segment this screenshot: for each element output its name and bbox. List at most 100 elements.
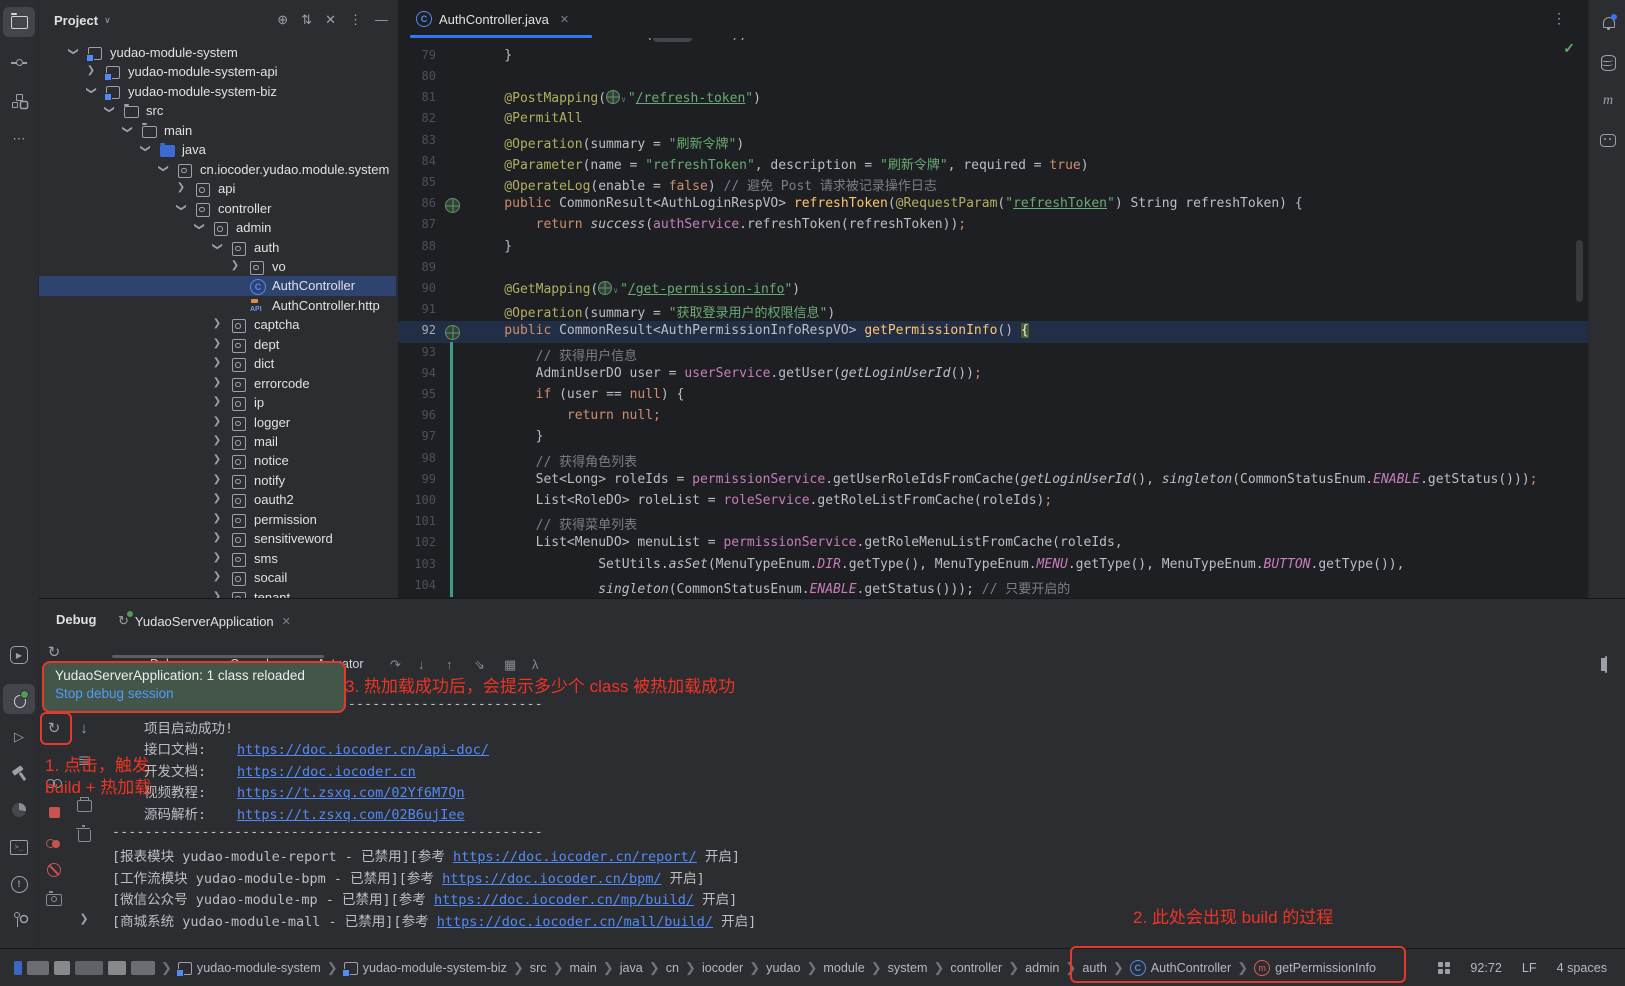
indent-setting[interactable]: 4 spaces: [1557, 961, 1607, 975]
console-link[interactable]: https://doc.iocoder.cn/mall/build/: [437, 914, 713, 930]
line-separator[interactable]: LF: [1522, 961, 1537, 975]
code-line-85[interactable]: 85 @OperateLog(enable = false) // 避免 Pos…: [398, 173, 1588, 194]
line-number[interactable]: 81: [398, 90, 436, 104]
ai-assistant-button[interactable]: [1595, 126, 1621, 152]
editor-options-icon[interactable]: ⋮: [1552, 10, 1566, 27]
inspections-ok-icon[interactable]: ✓: [1563, 40, 1575, 57]
debug-panel-title[interactable]: Debug: [56, 612, 96, 627]
thread-dump-button[interactable]: [41, 885, 67, 911]
console-link[interactable]: https://doc.iocoder.cn/mp/build/: [434, 892, 694, 908]
chevron-right-icon[interactable]: ❯: [212, 435, 222, 446]
code-line-79[interactable]: 79 }: [398, 46, 1588, 67]
step-out-icon[interactable]: ↑: [446, 657, 453, 672]
line-number[interactable]: 82: [398, 111, 436, 125]
chevron-right-icon[interactable]: ❯: [212, 338, 222, 349]
console-link[interactable]: https://doc.iocoder.cn/api-doc/: [237, 742, 489, 758]
console-link[interactable]: https://doc.iocoder.cn: [237, 764, 416, 780]
code-line-80[interactable]: 80: [398, 67, 1588, 88]
line-number[interactable]: 95: [398, 387, 436, 401]
http-mapping-globe-icon[interactable]: [598, 281, 612, 295]
tree-item-admin[interactable]: ❯admin: [38, 218, 396, 238]
tree-item-java[interactable]: ❯java: [38, 140, 396, 160]
chevron-right-icon[interactable]: ❯: [212, 474, 222, 485]
mute-breakpoints-button[interactable]: [41, 831, 67, 857]
line-number[interactable]: 89: [398, 260, 436, 274]
breadcrumb-item-cn[interactable]: cn: [666, 961, 679, 975]
code-line-87[interactable]: 87 return success(authService.refreshTok…: [398, 215, 1588, 236]
code-line-92[interactable]: 92 public CommonResult<AuthPermissionInf…: [398, 321, 1588, 342]
tree-item-errorcode[interactable]: ❯errorcode: [38, 374, 396, 394]
line-number[interactable]: 102: [398, 535, 436, 549]
build-tool-button[interactable]: [3, 758, 35, 788]
chevron-right-icon[interactable]: ❯: [230, 260, 240, 271]
breadcrumb-item-yudao-module-system-biz[interactable]: yudao-module-system-biz: [344, 961, 507, 975]
code-line-94[interactable]: 94 AdminUserDO user = userService.getUse…: [398, 364, 1588, 385]
chevron-right-icon[interactable]: ❯: [86, 65, 96, 76]
step-down-icon[interactable]: ↓: [71, 715, 97, 741]
chevron-right-icon[interactable]: ❯: [212, 377, 222, 388]
tree-item-captcha[interactable]: ❯captcha: [38, 315, 396, 335]
tree-item-src[interactable]: ❯src: [38, 101, 396, 121]
tree-item-sensitiveword[interactable]: ❯sensitiveword: [38, 529, 396, 549]
editor-area[interactable]: 78 return success(data: true);79 }8081 @…: [398, 0, 1588, 598]
step-into-icon[interactable]: ↓: [418, 657, 425, 672]
stop-debug-session-link[interactable]: Stop debug session: [55, 686, 333, 701]
stop-button[interactable]: [41, 799, 67, 825]
profiler-tool-button[interactable]: [3, 795, 35, 825]
expand-toolbar-icon[interactable]: ❯: [71, 905, 97, 931]
tree-item-api[interactable]: ❯api: [38, 179, 396, 199]
breadcrumb-item-iocoder[interactable]: iocoder: [702, 961, 743, 975]
close-icon[interactable]: ✕: [282, 615, 291, 628]
tree-item-logger[interactable]: ❯logger: [38, 413, 396, 433]
chevron-right-icon[interactable]: ❯: [212, 552, 222, 563]
caret-position[interactable]: 92:72: [1470, 961, 1502, 975]
run-tool-button[interactable]: ▷: [3, 722, 35, 752]
code-line-90[interactable]: 90 @GetMapping(∨"/get-permission-info"): [398, 279, 1588, 300]
chevron-down-icon[interactable]: ❯: [104, 105, 115, 115]
code-line-82[interactable]: 82 @PermitAll: [398, 109, 1588, 130]
lambda-trace-icon[interactable]: λ: [532, 657, 539, 672]
chevron-right-icon[interactable]: ❯: [212, 357, 222, 368]
line-number[interactable]: 87: [398, 217, 436, 231]
breadcrumb-item-yudao-module-system[interactable]: yudao-module-system: [178, 961, 321, 975]
terminal-tool-button[interactable]: >_: [3, 832, 35, 862]
tree-item-dict[interactable]: ❯dict: [38, 354, 396, 374]
code-line-91[interactable]: 91 @Operation(summary = "获取登录用户的权限信息"): [398, 300, 1588, 321]
code-line-101[interactable]: 101 // 获得菜单列表: [398, 512, 1588, 533]
debug-session-tab[interactable]: ↻ YudaoServerApplication ✕: [118, 607, 291, 635]
clear-console-button[interactable]: [71, 821, 97, 847]
breadcrumb-item-module[interactable]: module: [823, 961, 864, 975]
line-number[interactable]: 94: [398, 366, 436, 380]
tree-item-socail[interactable]: ❯socail: [38, 568, 396, 588]
line-number[interactable]: 90: [398, 281, 436, 295]
tab-strip-scrollbar[interactable]: [112, 655, 324, 658]
tree-item-permission[interactable]: ❯permission: [38, 510, 396, 530]
line-number[interactable]: 99: [398, 472, 436, 486]
line-number[interactable]: 84: [398, 154, 436, 168]
tree-item-authcontroller[interactable]: AuthController: [38, 276, 396, 296]
tree-item-mail[interactable]: ❯mail: [38, 432, 396, 452]
chevron-right-icon[interactable]: ❯: [212, 571, 222, 582]
chevron-right-icon[interactable]: ❯: [212, 318, 222, 329]
line-number[interactable]: 83: [398, 133, 436, 147]
code-line-96[interactable]: 96 return null;: [398, 406, 1588, 427]
tree-item-main[interactable]: ❯main: [38, 121, 396, 141]
console-link[interactable]: https://doc.iocoder.cn/bpm/: [442, 871, 661, 887]
git-tool-button[interactable]: [3, 905, 35, 935]
breadcrumb-item-main[interactable]: main: [570, 961, 597, 975]
chevron-right-icon[interactable]: ❯: [212, 396, 222, 407]
project-tool-button[interactable]: [3, 7, 35, 37]
code-line-103[interactable]: 103 SetUtils.asSet(MenuTypeEnum.DIR.getT…: [398, 555, 1588, 576]
breadcrumb-item-src[interactable]: src: [530, 961, 547, 975]
step-over-icon[interactable]: ↷: [390, 657, 401, 673]
line-number[interactable]: 93: [398, 345, 436, 359]
chevron-right-icon[interactable]: ❯: [212, 591, 222, 598]
chevron-right-icon[interactable]: ❯: [176, 182, 186, 193]
code-line-102[interactable]: 102 List<MenuDO> menuList = permissionSe…: [398, 533, 1588, 554]
chevron-down-icon[interactable]: ❯: [68, 47, 79, 57]
chevron-right-icon[interactable]: ❯: [212, 454, 222, 465]
code-line-99[interactable]: 99 Set<Long> roleIds = permissionService…: [398, 470, 1588, 491]
code-line-86[interactable]: 86 public CommonResult<AuthLoginRespVO> …: [398, 194, 1588, 215]
breadcrumb-item-controller[interactable]: controller: [950, 961, 1002, 975]
tree-item-tenant[interactable]: ❯tenant: [38, 588, 396, 598]
